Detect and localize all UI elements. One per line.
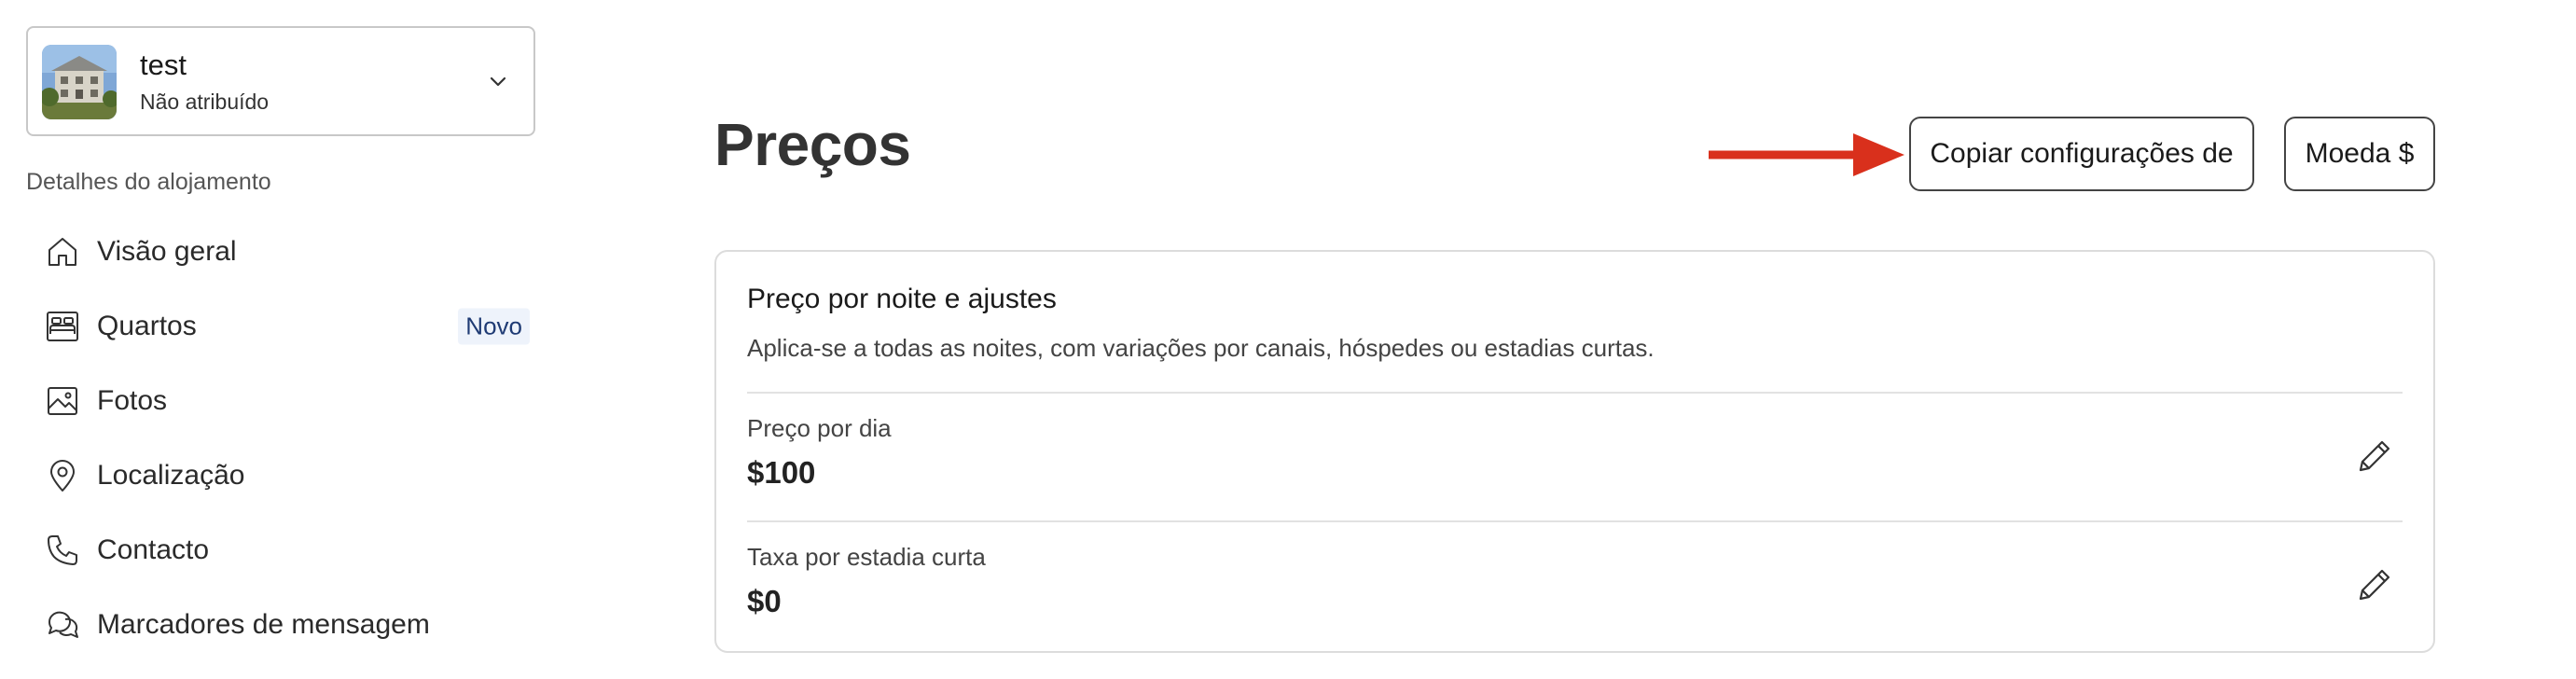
sidebar-item-label: Visão geral (97, 236, 237, 267)
sidebar-nav: Visão geral Quartos Novo Fotos Localizaç… (26, 215, 530, 662)
bed-icon (45, 309, 80, 344)
divider (747, 392, 2403, 394)
property-thumbnail (42, 45, 117, 119)
chat-bubbles-icon (45, 607, 80, 643)
sidebar-item-label: Fotos (97, 385, 168, 416)
property-selector[interactable]: test Não atribuído (26, 26, 535, 136)
pricing-page: test Não atribuído Detalhes do alojament… (0, 0, 2576, 679)
sidebar-item-label: Contacto (97, 534, 210, 565)
phone-icon (45, 533, 80, 568)
sidebar-item-contact[interactable]: Contacto (26, 513, 530, 588)
sidebar-item-label: Quartos (97, 311, 197, 341)
page-title: Preços (714, 111, 911, 178)
panel-title: Preço por noite e ajustes (747, 284, 1057, 314)
daily-price-value: $100 (747, 455, 816, 490)
currency-button[interactable]: Moeda $ (2284, 117, 2435, 191)
panel-description: Aplica-se a todas as noites, com variaçõ… (747, 334, 1655, 362)
annotation-arrow (1709, 129, 1904, 181)
short-stay-fee-label: Taxa por estadia curta (747, 543, 986, 571)
sidebar-section-label: Detalhes do alojamento (26, 169, 271, 195)
new-badge: Novo (458, 308, 530, 345)
sidebar-item-rooms[interactable]: Quartos Novo (26, 289, 530, 364)
chevron-down-icon (485, 69, 511, 95)
image-icon (45, 383, 80, 419)
property-name: test (140, 48, 187, 81)
home-icon (45, 234, 80, 270)
sidebar-item-overview[interactable]: Visão geral (26, 215, 530, 289)
short-stay-fee-value: $0 (747, 584, 782, 618)
pencil-icon[interactable] (2353, 435, 2396, 478)
nightly-price-panel: Preço por noite e ajustes Aplica-se a to… (714, 250, 2435, 653)
sidebar-item-message-markers[interactable]: Marcadores de mensagem (26, 588, 530, 662)
sidebar-item-label: Localização (97, 460, 245, 491)
daily-price-label: Preço por dia (747, 414, 892, 442)
map-pin-icon (45, 458, 80, 493)
property-status: Não atribuído (140, 90, 270, 114)
sidebar-item-photos[interactable]: Fotos (26, 364, 530, 438)
sidebar-item-label: Marcadores de mensagem (97, 609, 430, 640)
pencil-icon[interactable] (2353, 563, 2396, 606)
sidebar-item-location[interactable]: Localização (26, 438, 530, 513)
copy-settings-button[interactable]: Copiar configurações de (1909, 117, 2254, 191)
divider (747, 520, 2403, 522)
